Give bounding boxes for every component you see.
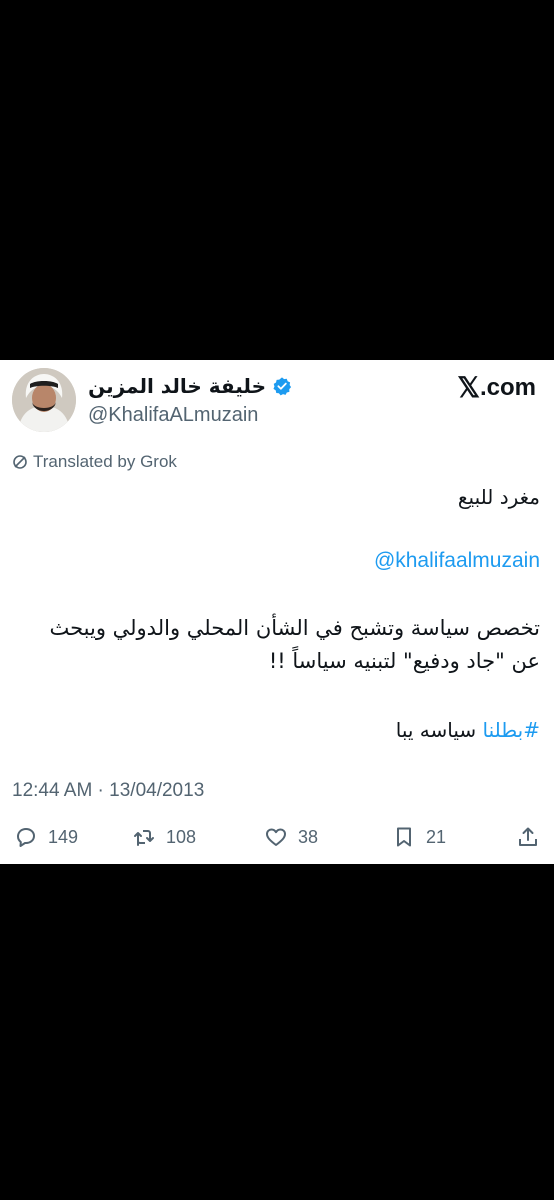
reply-button[interactable]: 149 [14,822,78,852]
avatar[interactable] [12,368,76,432]
tweet-card: خليفة خالد المزين @KhalifaALmuzain 𝕏 .co… [0,360,554,864]
like-button[interactable]: 38 [264,822,318,852]
x-logo-icon: 𝕏 [457,372,480,403]
tweet-text-line: تخصص سياسة وتشبح في الشأن المحلي والدولي… [49,616,540,640]
display-name[interactable]: خليفة خالد المزين [88,374,266,398]
grok-icon [13,455,27,469]
reply-count: 149 [48,826,79,847]
translation-notice[interactable]: Translated by Grok [12,452,177,472]
bookmark-button[interactable]: 21 [392,822,446,852]
bookmark-count: 21 [426,826,447,847]
tweet-text-line: مغرد للبيع [457,485,540,509]
brand-logo: 𝕏 .com [457,374,536,402]
reply-icon [17,828,35,847]
hashtag-line: #بطلنا سياسه يبا [396,718,540,742]
user-handle[interactable]: @KhalifaALmuzain [88,404,258,427]
action-bar: 149 108 38 21 [0,822,554,852]
share-icon [519,827,537,846]
tweet-text-line: عن "جاد ودفيع" لتبنيه سياساً !! [268,649,540,673]
hashtag-text: سياسه يبا [395,718,477,742]
like-count: 38 [298,826,319,847]
brand-text: .com [479,374,536,401]
translation-label: Translated by Grok [33,452,177,471]
repost-button[interactable]: 108 [132,822,196,852]
bookmark-icon [397,827,411,847]
hashtag-link[interactable]: #بطلنا [483,718,540,742]
share-button[interactable] [516,822,540,852]
verified-badge-icon [273,377,292,396]
heart-icon [266,828,286,846]
repost-icon [134,830,154,846]
tweet-timestamp[interactable]: 12:44 AM · 13/04/2013 [12,780,204,802]
name-row: خليفة خالد المزين [88,374,292,398]
repost-count: 108 [166,826,197,847]
mention-link[interactable]: @khalifaalmuzain [374,549,540,573]
